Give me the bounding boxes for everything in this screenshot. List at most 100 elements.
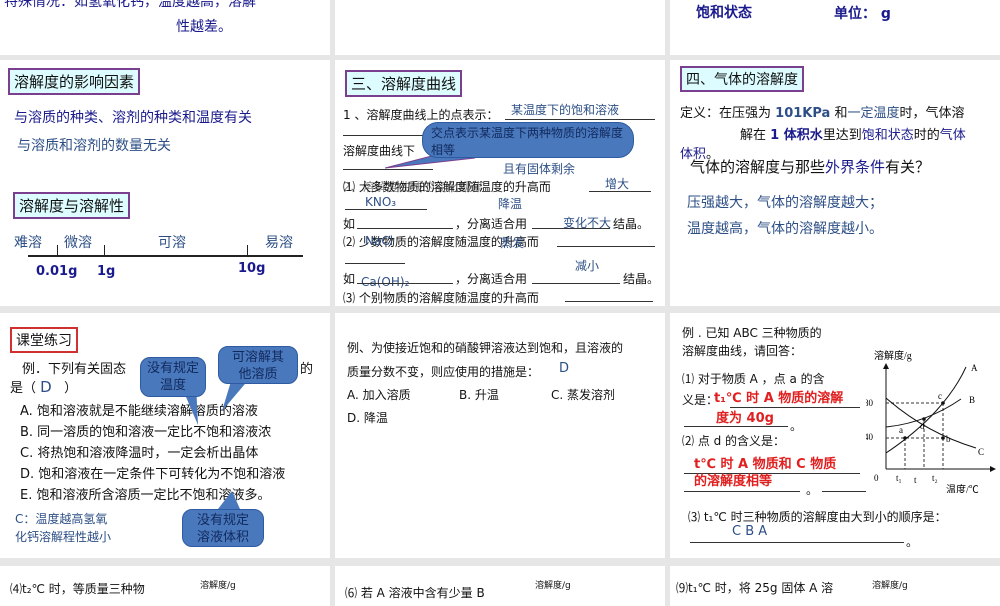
option-item: C. 蒸发溶剂: [551, 388, 616, 402]
blank-line: [822, 491, 866, 492]
blank-line: [345, 209, 427, 210]
slide-thumbnail[interactable]: 四、气体的溶解度 定义：在压强为 101KPa 和一定温度时，气体溶 解在 1 …: [670, 60, 1000, 306]
solubility-category: 微溶: [64, 235, 92, 251]
scale-tick: [57, 245, 58, 255]
slide-thumbnail[interactable]: [335, 0, 665, 55]
slide-text: 例、为使接近饱和的硝酸钾溶液达到饱和，且溶液的: [347, 341, 624, 355]
x-tick-label: t₁: [896, 473, 902, 483]
slide-thumbnail[interactable]: 例 . 已知 ABC 三种物质的 溶解度曲线，请回答： ⑴ 对于物质 A ，点 …: [670, 313, 1000, 558]
slide-text: 例 . 已知 ABC 三种物质的: [682, 326, 822, 340]
slide-text: 如: [343, 272, 356, 286]
slide-text: 气体的溶解度与那些外界条件有关？: [690, 158, 931, 176]
slide-text: 结晶。: [613, 217, 650, 231]
option-item: B. 升温: [459, 388, 499, 402]
scale-label: 0.01g: [36, 264, 78, 279]
slide-text: 单位： g: [834, 6, 891, 22]
slide-thumbnail[interactable]: 饱和状态 单位： g: [670, 0, 1000, 55]
blank-line: [345, 263, 405, 264]
slide-thumbnail[interactable]: 课堂练习 例．下列有关固态 的 是（ D ） A. 饱和溶液就是不能继续溶解溶质…: [0, 313, 330, 558]
callout-bubble: 可溶解其他溶质: [218, 346, 298, 384]
x-tick-label: t₂: [932, 473, 938, 483]
scale-label: 10g: [238, 261, 266, 276]
blank-line: [589, 191, 651, 192]
scale-axis: [28, 255, 303, 257]
svg-text:a: a: [899, 425, 903, 435]
point-b: [941, 436, 945, 440]
slide-thumbnail[interactable]: 特殊情况：如氢氧化钙，温度越高，溶解 性越差。: [0, 0, 330, 55]
blank-line: [565, 301, 653, 302]
chart-y-label: 溶解度/g: [200, 581, 236, 591]
slide-text: 解在 1 体积水里达到饱和状态时的气体: [740, 128, 966, 143]
answer-text: KNO₃: [365, 195, 397, 209]
slide-text: ⑵ 点 d 的含义是：: [682, 434, 786, 448]
scale-tick: [104, 245, 105, 255]
blank-line: [557, 246, 655, 247]
answer-text: 蒸发: [500, 236, 525, 250]
slide-text: 质量分数不变，则应使用的措施是：: [347, 365, 540, 379]
slide-text: ⑶ 个别物质的溶解度随温度的升高而: [343, 291, 539, 305]
slide-thumbnail[interactable]: ⑹ 若 A 溶液中含有少量 B 溶解度/g: [335, 566, 665, 606]
y-axis-label: 溶解度/g: [874, 349, 912, 362]
slide-text: ⑴ 对于物质 A ，点 a 的含: [682, 372, 825, 386]
slide-text: 溶解度曲线，请回答：: [682, 344, 803, 358]
slide-text: ⑴ 大多数物质的溶解度随温度的升高而: [343, 180, 551, 194]
answer-text: 的溶解度相等: [694, 474, 773, 489]
solubility-category: 可溶: [158, 235, 186, 251]
slide-text: ，分离适合用: [455, 272, 528, 286]
slide-text: ，分离适合用: [455, 217, 528, 231]
option-item: D. 降温: [347, 411, 388, 425]
blank-line: [357, 228, 453, 229]
scale-label: 1g: [97, 264, 116, 279]
solubility-category: 易溶: [265, 235, 293, 251]
option-item: A. 加入溶质: [347, 388, 411, 402]
answer-text: D: [559, 361, 570, 376]
x-axis-label: 温度/℃: [946, 483, 979, 493]
slide-header: 溶解度与溶解性: [13, 192, 131, 219]
answer-text: 增大: [605, 177, 630, 191]
callout-bubble: 没有规定溶液体积: [182, 509, 264, 547]
slide-text: 如: [343, 217, 356, 231]
scale-tick: [247, 245, 248, 255]
curve-C: [885, 397, 977, 449]
answer-text: 度为 40g: [716, 411, 774, 426]
blank-line: [532, 283, 620, 284]
callout-bubble: 没有规定温度: [140, 357, 206, 397]
blank-line: [690, 542, 904, 543]
slide-thumbnail[interactable]: 溶解度的影响因素 与溶质的种类、溶剂的种类和温度有关 与溶质和溶剂的数量无关 溶…: [0, 60, 330, 306]
slide-header: 溶解度的影响因素: [8, 68, 141, 95]
slide-text: 特殊情况：如氢氧化钙，温度越高，溶解: [4, 0, 256, 10]
slide-text: 性越差。: [176, 19, 232, 35]
answer-text: Ca(OH)₂: [361, 275, 410, 289]
slide-text: 饱和状态: [696, 5, 752, 21]
y-tick-label: 80: [866, 398, 874, 408]
slide-text: 定义：在压强为 101KPa 和一定温度时，气体溶: [680, 106, 965, 121]
slide-thumbnail[interactable]: 例、为使接近饱和的硝酸钾溶液达到饱和，且溶液的 质量分数不变，则应使用的措施是：…: [335, 313, 665, 558]
chart-y-label: 溶解度/g: [535, 581, 571, 591]
slide-text: 结晶。: [623, 272, 660, 286]
answer-text: NaCl: [365, 234, 394, 248]
slide-thumbnail[interactable]: ⑼t₁℃ 时，将 25g 固体 A 溶 溶解度/g: [670, 566, 1000, 606]
slide-text: ⑷t₂℃ 时，等质量三种物: [10, 582, 145, 596]
slide-text: 压强越大，气体的溶解度越大；: [687, 195, 883, 211]
blank-line: [357, 283, 453, 284]
callout-bubble: 交点表示某温度下两种物质的溶解度相等: [422, 122, 634, 158]
slide-text: 义是：: [682, 393, 719, 407]
y-tick-label: 40: [866, 432, 874, 442]
svg-text:c: c: [938, 391, 942, 401]
slide-text: 温度越高，气体的溶解度越小。: [687, 221, 883, 237]
point-c: [941, 401, 945, 405]
x-tick-label: t: [914, 475, 917, 485]
series-label: A: [971, 363, 978, 373]
slide-text: 与溶质和溶剂的数量无关: [17, 138, 171, 154]
answer-text: 减小: [575, 259, 600, 273]
series-label: B: [969, 395, 975, 405]
svg-text:d: d: [920, 421, 925, 431]
slide-text: ⑼t₁℃ 时，将 25g 固体 A 溶: [676, 581, 834, 595]
solubility-category: 难溶: [14, 235, 42, 251]
answer-text: C B A: [732, 524, 768, 539]
slide-thumbnail[interactable]: ⑷t₂℃ 时，等质量三种物 溶解度/g: [0, 566, 330, 606]
slide-thumbnail[interactable]: 三、溶解度曲线 1 、溶解度曲线上的点表示： 某温度下的饱和溶液 溶解度曲线下 …: [335, 60, 665, 306]
slide-text: 与溶质的种类、溶剂的种类和温度有关: [14, 110, 252, 126]
slide-text: 。: [790, 419, 803, 433]
solubility-chart: 溶解度/g 80 40 0 t₁ t t₂ 温度/℃ A B C a b c d: [866, 349, 996, 493]
